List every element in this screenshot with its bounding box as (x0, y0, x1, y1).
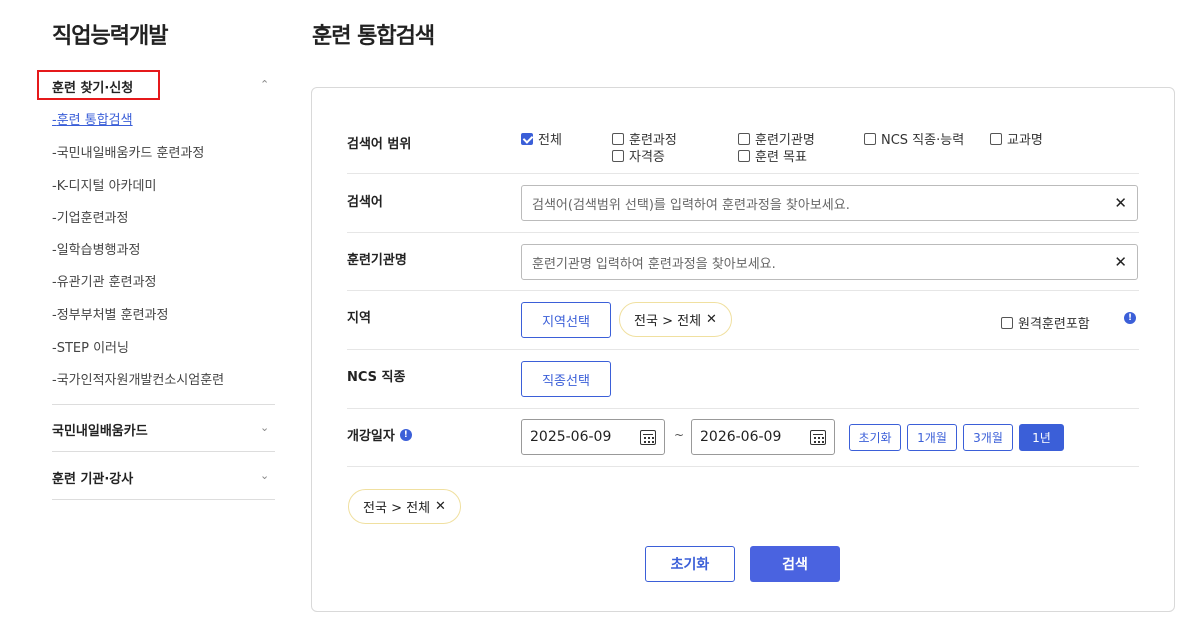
checkbox-label: 전체 (538, 133, 562, 148)
keyword-input[interactable]: 검색어(검색범위 선택)를 입력하여 훈련과정을 찾아보세요. ✕ (521, 185, 1138, 221)
sidebar-item-work-study[interactable]: -일학습병행과정 (52, 239, 140, 258)
checkbox-icon (990, 132, 1002, 145)
sidebar-item-label: 기업훈련과정 (56, 211, 129, 226)
sidebar-item-ministry[interactable]: -정부부처별 훈련과정 (52, 304, 168, 323)
clear-icon[interactable]: ✕ (1114, 253, 1127, 271)
region-select-button[interactable]: 지역선택 (521, 302, 611, 338)
range-1year-button[interactable]: 1년 (1019, 424, 1064, 451)
scope-label: 검색어 범위 (347, 137, 412, 152)
checkbox-icon (738, 149, 750, 162)
institution-label: 훈련기관명 (347, 253, 407, 268)
chip-label: 전국 > 전체 (634, 314, 702, 329)
institution-placeholder: 훈련기관명 입력하여 훈련과정을 찾아보세요. (532, 256, 776, 272)
keyword-label: 검색어 (347, 195, 383, 210)
row-divider (347, 290, 1139, 291)
sidebar-divider (52, 451, 275, 452)
sidebar-item-label: K-디지털 아카데미 (56, 179, 157, 194)
checkbox-icon (1001, 316, 1013, 329)
sidebar-item-label: 정부부처별 훈련과정 (56, 308, 169, 323)
sidebar-item-k-digital[interactable]: -K-디지털 아카데미 (52, 175, 156, 194)
checkbox-label: 원격훈련포함 (1018, 317, 1090, 332)
sidebar-item-step[interactable]: -STEP 이러닝 (52, 337, 129, 356)
scope-checkbox-all[interactable]: 전체 (521, 129, 562, 148)
checkbox-label: 교과명 (1007, 133, 1043, 148)
calendar-icon[interactable] (640, 429, 656, 445)
chevron-down-icon[interactable]: ⌄ (260, 469, 269, 482)
region-chip[interactable]: 전국 > 전체 ✕ (619, 302, 732, 337)
sidebar-item-consortium[interactable]: -국가인적자원개발컨소시엄훈련 (52, 369, 224, 388)
sidebar-item-label: 훈련 통합검색 (56, 113, 133, 128)
date-label: 개강일자 (347, 429, 395, 444)
sidebar-item-label: 국가인적자원개발컨소시엄훈련 (56, 373, 225, 388)
checkbox-label: NCS 직종·능력 (881, 133, 965, 148)
reset-button[interactable]: 초기화 (645, 546, 735, 582)
scope-checkbox-subject[interactable]: 교과명 (990, 129, 1043, 148)
row-divider (347, 173, 1139, 174)
sidebar-section-card[interactable]: 국민내일배움카드 (52, 420, 148, 439)
range-3month-button[interactable]: 3개월 (963, 424, 1013, 451)
info-icon[interactable]: ! (399, 428, 412, 441)
start-date-value: 2025-06-09 (530, 429, 612, 445)
sidebar-section-institution[interactable]: 훈련 기관·강사 (52, 468, 133, 487)
selected-filter-chip[interactable]: 전국 > 전체 ✕ (348, 489, 461, 524)
scope-checkbox-certificate[interactable]: 자격증 (612, 146, 665, 165)
region-label: 지역 (347, 311, 371, 326)
checkbox-label: 훈련 목표 (755, 150, 807, 165)
sidebar-item-label: 국민내일배움카드 훈련과정 (56, 146, 205, 161)
search-button[interactable]: 검색 (750, 546, 840, 582)
checkbox-icon (738, 132, 750, 145)
ncs-select-button[interactable]: 직종선택 (521, 361, 611, 397)
close-icon[interactable]: ✕ (435, 499, 446, 514)
checkbox-icon (612, 132, 624, 145)
date-label-wrap: 개강일자! (347, 425, 412, 444)
info-icon[interactable]: ! (1124, 312, 1136, 324)
checkbox-checked-icon (521, 132, 533, 145)
sidebar-title: 직업능력개발 (52, 24, 168, 49)
range-reset-button[interactable]: 초기화 (849, 424, 901, 451)
remote-training-checkbox[interactable]: 원격훈련포함 (1001, 313, 1090, 332)
sidebar-divider (52, 499, 275, 500)
end-date-input[interactable]: 2026-06-09 (691, 419, 835, 455)
start-date-input[interactable]: 2025-06-09 (521, 419, 665, 455)
scope-checkbox-ncs[interactable]: NCS 직종·능력 (864, 129, 964, 148)
keyword-placeholder: 검색어(검색범위 선택)를 입력하여 훈련과정을 찾아보세요. (532, 197, 850, 213)
sidebar-item-company-training[interactable]: -기업훈련과정 (52, 207, 128, 226)
sidebar-item-related-org[interactable]: -유관기관 훈련과정 (52, 271, 157, 290)
row-divider (347, 408, 1139, 409)
sidebar-divider (52, 404, 275, 405)
chevron-up-icon[interactable]: ⌃ (260, 78, 269, 91)
sidebar-item-label: 일학습병행과정 (56, 243, 141, 258)
sidebar-item-label: 유관기관 훈련과정 (56, 275, 157, 290)
page-title: 훈련 통합검색 (312, 24, 435, 49)
clear-icon[interactable]: ✕ (1114, 194, 1127, 212)
checkbox-icon (864, 132, 876, 145)
chip-label: 전국 > 전체 (363, 501, 431, 516)
ncs-label: NCS 직종 (347, 370, 406, 385)
sidebar-section-training-search[interactable]: 훈련 찾기·신청 (52, 77, 133, 96)
row-divider (347, 232, 1139, 233)
checkbox-label: 자격증 (629, 150, 665, 165)
range-1month-button[interactable]: 1개월 (907, 424, 957, 451)
sidebar-item-card-course[interactable]: -국민내일배움카드 훈련과정 (52, 142, 204, 161)
checkbox-icon (612, 149, 624, 162)
row-divider (347, 466, 1139, 467)
end-date-value: 2026-06-09 (700, 429, 782, 445)
calendar-icon[interactable] (810, 429, 826, 445)
sidebar-item-integrated-search[interactable]: -훈련 통합검색 (52, 109, 133, 128)
date-separator: ~ (674, 428, 685, 442)
chevron-down-icon[interactable]: ⌄ (260, 421, 269, 434)
sidebar-item-label: STEP 이러닝 (56, 341, 129, 356)
close-icon[interactable]: ✕ (706, 312, 717, 327)
scope-checkbox-goal[interactable]: 훈련 목표 (738, 146, 807, 165)
row-divider (347, 349, 1139, 350)
institution-input[interactable]: 훈련기관명 입력하여 훈련과정을 찾아보세요. ✕ (521, 244, 1138, 280)
